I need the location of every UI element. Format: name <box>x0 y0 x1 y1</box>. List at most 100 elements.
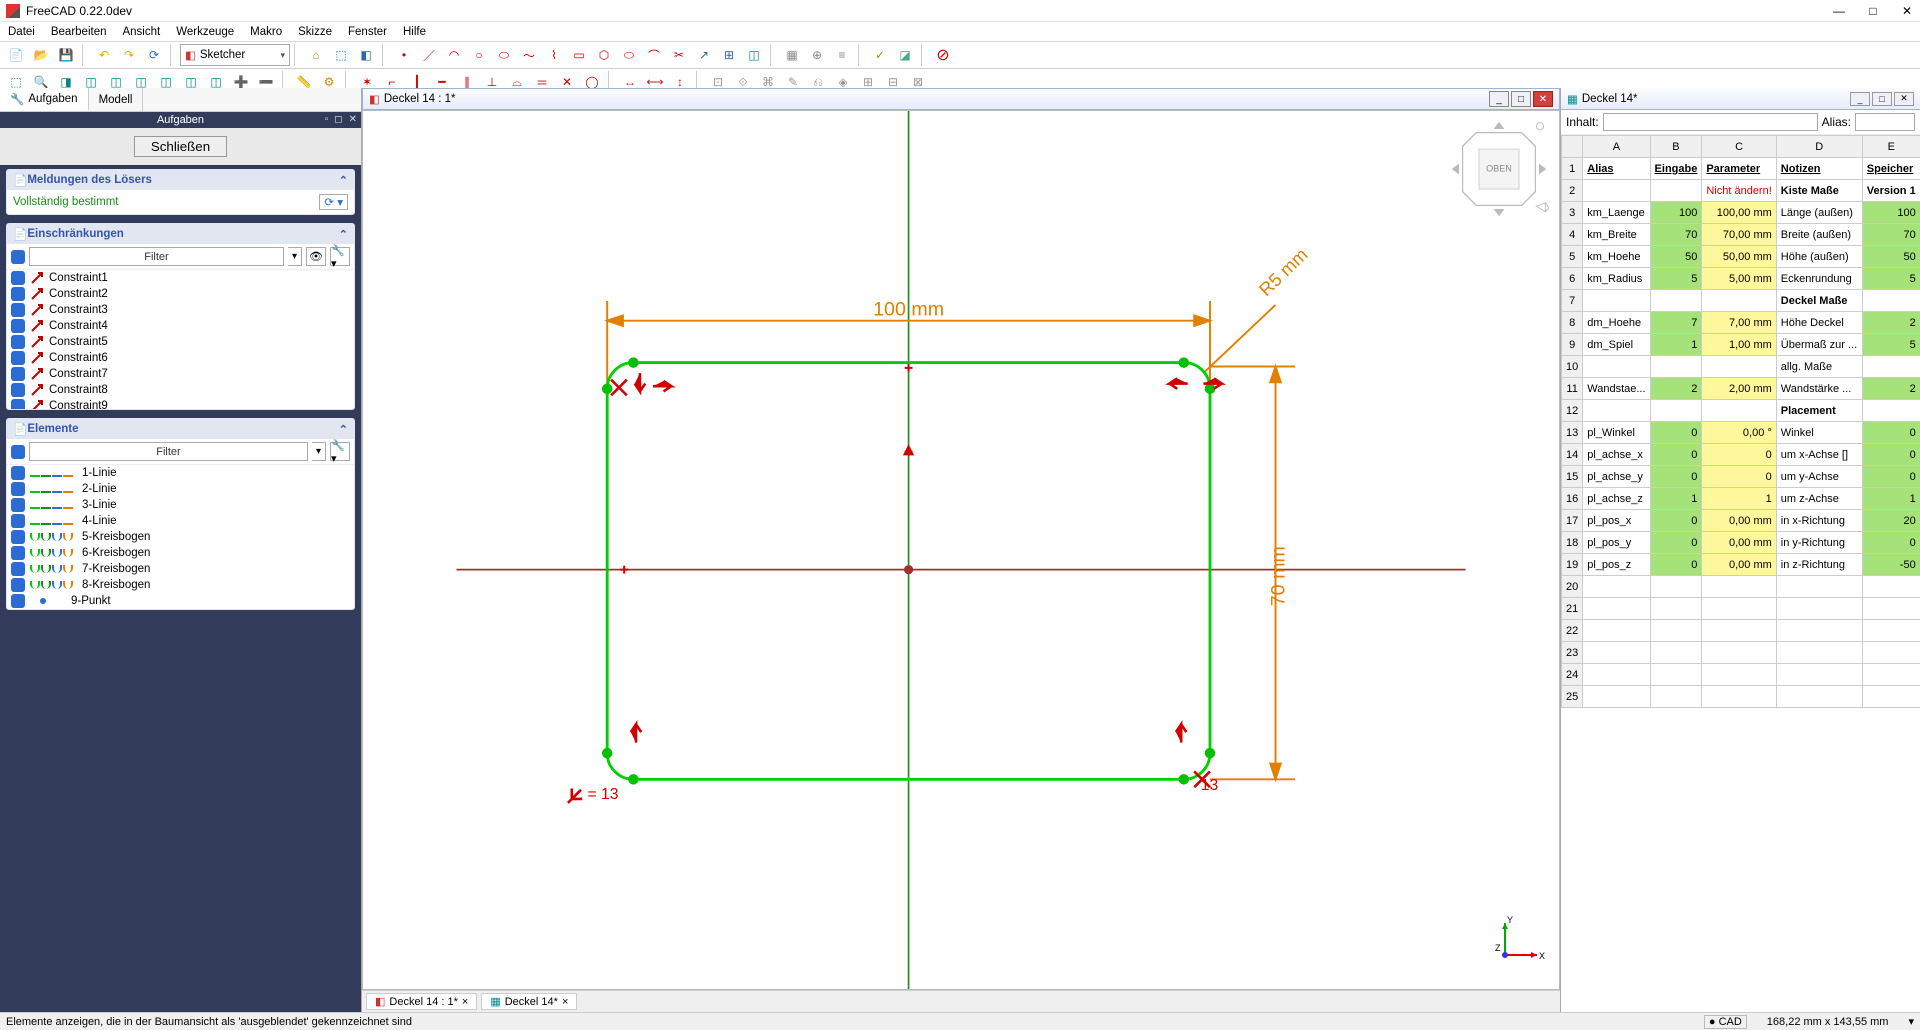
validate-icon[interactable]: ✓ <box>868 43 892 67</box>
checkbox[interactable] <box>11 498 25 512</box>
filter-dropdown-icon[interactable]: ▾ <box>288 247 302 266</box>
document-window-title[interactable]: ◧ Deckel 14 : 1* _ □ ✕ <box>362 88 1560 110</box>
menu-hilfe[interactable]: Hilfe <box>403 26 426 38</box>
checkbox[interactable] <box>11 514 25 528</box>
constraint-item[interactable]: Constraint6 <box>7 350 354 366</box>
sketch-fillet-icon[interactable]: ⌒ <box>642 43 666 67</box>
mirror-icon[interactable]: ◪ <box>893 43 917 67</box>
settings-icon[interactable]: 🔧▾ <box>330 247 350 266</box>
panel-close-icon[interactable]: ✕ <box>349 114 357 125</box>
new-file-icon[interactable]: 📄 <box>4 43 28 67</box>
element-item[interactable]: 8-Kreisbogen <box>7 577 354 593</box>
checkbox[interactable] <box>11 466 25 480</box>
element-item[interactable]: 1-Linie <box>7 465 354 481</box>
menu-makro[interactable]: Makro <box>250 26 282 38</box>
menu-bearbeiten[interactable]: Bearbeiten <box>51 26 107 38</box>
sketch-ellipse-icon[interactable]: ⬭ <box>492 43 516 67</box>
element-item[interactable]: 5-Kreisbogen <box>7 529 354 545</box>
grid-icon[interactable]: ▦ <box>780 43 804 67</box>
element-item[interactable]: 4-Linie <box>7 513 354 529</box>
win-close-icon[interactable]: ✕ <box>1894 92 1914 106</box>
menu-skizze[interactable]: Skizze <box>298 26 332 38</box>
constraint-item[interactable]: Constraint1 <box>7 270 354 286</box>
elements-header[interactable]: 📄 Elemente <box>7 419 354 439</box>
element-item[interactable]: 6-Kreisbogen <box>7 545 354 561</box>
close-button[interactable]: Schließen <box>134 136 227 157</box>
tool-icon[interactable]: ◧ <box>354 43 378 67</box>
constraint-item[interactable]: Constraint2 <box>7 286 354 302</box>
sketch-spline-icon[interactable]: 〜 <box>517 43 541 67</box>
checkbox[interactable] <box>11 578 25 592</box>
checkbox[interactable] <box>11 303 25 317</box>
tab-close-icon[interactable]: × <box>462 996 468 1008</box>
navigation-cube[interactable]: OBEN <box>1449 119 1549 219</box>
win-minimize-icon[interactable]: _ <box>1489 91 1509 107</box>
checkbox[interactable] <box>11 351 25 365</box>
constraint-item[interactable]: Constraint9 <box>7 398 354 409</box>
stop-icon[interactable]: ⊘ <box>931 43 955 67</box>
settings-icon[interactable]: 🔧▾ <box>330 442 350 461</box>
status-dropdown-icon[interactable]: ▾ <box>1908 1015 1914 1028</box>
checkbox[interactable] <box>11 546 25 560</box>
sketch-construction-icon[interactable]: ◫ <box>742 43 766 67</box>
visibility-icon[interactable]: 👁 <box>306 247 326 266</box>
solver-update-icon[interactable]: ⟳ ▾ <box>319 194 348 210</box>
open-file-icon[interactable]: 📂 <box>29 43 53 67</box>
sketch-arc-icon[interactable]: ◠ <box>442 43 466 67</box>
alias-input[interactable] <box>1855 113 1915 131</box>
mdi-tab[interactable]: ◧Deckel 14 : 1* × <box>366 993 477 1010</box>
win-maximize-icon[interactable]: □ <box>1511 91 1531 107</box>
checkbox[interactable] <box>11 367 25 381</box>
sketch-trim-icon[interactable]: ✂ <box>667 43 691 67</box>
sketch-rect-icon[interactable]: ▭ <box>567 43 591 67</box>
sketch-point-icon[interactable]: • <box>392 43 416 67</box>
win-close-icon[interactable]: ✕ <box>1533 91 1553 107</box>
sketch-slot-icon[interactable]: ⬭ <box>617 43 641 67</box>
menu-ansicht[interactable]: Ansicht <box>122 26 160 38</box>
solver-messages-header[interactable]: 📄 Meldungen des Lösers <box>7 170 354 190</box>
filter-enable-checkbox[interactable] <box>11 445 25 459</box>
checkbox[interactable] <box>11 530 25 544</box>
constraint-item[interactable]: Constraint7 <box>7 366 354 382</box>
element-filter-input[interactable]: Filter <box>29 442 308 461</box>
tool-icon[interactable]: ⬚ <box>329 43 353 67</box>
menu-werkzeuge[interactable]: Werkzeuge <box>176 26 234 38</box>
sketch-polygon-icon[interactable]: ⬡ <box>592 43 616 67</box>
checkbox[interactable] <box>11 594 25 608</box>
panel-undock-icon[interactable]: ◻ <box>334 114 342 125</box>
redo-icon[interactable]: ↷ <box>117 43 141 67</box>
sketch-circle-icon[interactable]: ○ <box>467 43 491 67</box>
sketch-polyline-icon[interactable]: ⌇ <box>542 43 566 67</box>
win-minimize-icon[interactable]: _ <box>1850 92 1870 106</box>
tab-tasks[interactable]: 🔧 Aufgaben <box>0 88 89 111</box>
menu-fenster[interactable]: Fenster <box>348 26 387 38</box>
window-maximize-icon[interactable]: □ <box>1866 4 1880 18</box>
filter-enable-checkbox[interactable] <box>11 250 25 264</box>
constraint-filter-input[interactable]: Filter <box>29 247 284 266</box>
tool-icon[interactable]: ⌂ <box>304 43 328 67</box>
window-close-icon[interactable]: ✕ <box>1900 4 1914 18</box>
spreadsheet-grid[interactable]: ABCDEV1AliasEingabeParameterNotizenSpeic… <box>1561 135 1920 1012</box>
checkbox[interactable] <box>11 383 25 397</box>
checkbox[interactable] <box>11 319 25 333</box>
constraint-item[interactable]: Constraint4 <box>7 318 354 334</box>
window-minimize-icon[interactable]: — <box>1832 4 1846 18</box>
element-item[interactable]: 2-Linie <box>7 481 354 497</box>
sketch-carbon-icon[interactable]: ⊞ <box>717 43 741 67</box>
undo-icon[interactable]: ↶ <box>92 43 116 67</box>
order-icon[interactable]: ≡ <box>830 43 854 67</box>
mdi-tab[interactable]: ▦Deckel 14* × <box>481 993 577 1010</box>
sketch-extgeo-icon[interactable]: ↗ <box>692 43 716 67</box>
3d-view-canvas[interactable]: 100 mm 70 mm R5 mm <box>362 110 1560 990</box>
constraint-item[interactable]: Constraint3 <box>7 302 354 318</box>
content-input[interactable] <box>1603 113 1818 131</box>
constraint-item[interactable]: Constraint5 <box>7 334 354 350</box>
tab-close-icon[interactable]: × <box>562 996 568 1008</box>
menu-datei[interactable]: Datei <box>8 26 35 38</box>
nav-style[interactable]: ● CAD <box>1704 1015 1747 1029</box>
checkbox[interactable] <box>11 399 25 409</box>
win-maximize-icon[interactable]: □ <box>1872 92 1892 106</box>
filter-dropdown-icon[interactable]: ▾ <box>312 442 326 461</box>
save-file-icon[interactable]: 💾 <box>54 43 78 67</box>
snap-icon[interactable]: ⊕ <box>805 43 829 67</box>
